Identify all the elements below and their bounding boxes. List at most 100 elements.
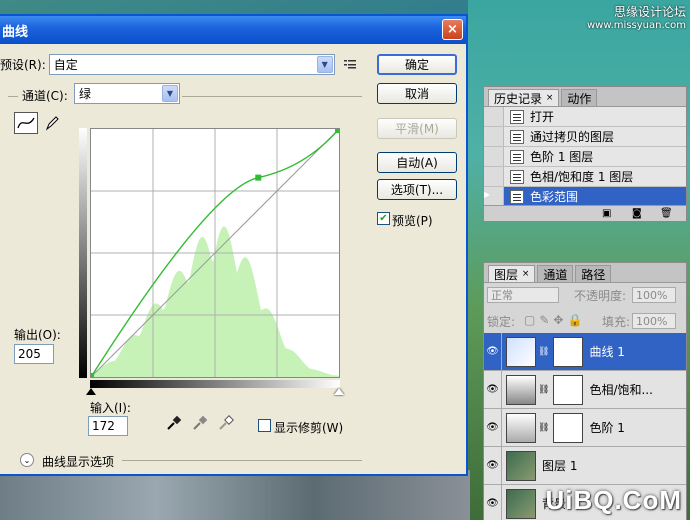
opacity-field[interactable]: 100%: [632, 287, 676, 303]
history-state-icon: [510, 169, 524, 184]
layer-name: 色相/饱和...: [589, 383, 653, 397]
curve-display-options-label[interactable]: 曲线显示选项: [42, 453, 114, 470]
fill-field[interactable]: 100%: [632, 313, 676, 329]
black-point-slider[interactable]: [86, 388, 96, 395]
auto-button[interactable]: 自动(A): [377, 152, 457, 173]
new-document-icon[interactable]: ▣: [602, 208, 611, 219]
watermark-logo: UiBQ.CoM: [545, 485, 682, 515]
preset-select[interactable]: 自定 ▼: [48, 54, 335, 75]
curve-point-tool-icon[interactable]: [14, 112, 38, 134]
preview-label: 预览(P): [392, 214, 433, 228]
eye-icon[interactable]: 👁: [484, 370, 502, 409]
preset-label: 预设(R):: [0, 58, 46, 72]
history-state-icon: [510, 189, 524, 204]
layer-thumbnail: [506, 336, 536, 367]
dialog-titlebar[interactable]: 曲线 ×: [0, 16, 466, 44]
history-item[interactable]: 色阶 1 图层: [484, 147, 686, 167]
group-divider: [182, 96, 362, 97]
layer-mask-thumbnail[interactable]: [553, 412, 584, 443]
channel-label: 通道(C):: [22, 89, 68, 103]
output-label: 输出(O):: [14, 328, 61, 342]
history-snapshot-box[interactable]: [484, 147, 504, 166]
eye-icon[interactable]: 👁: [484, 446, 502, 485]
layers-tabbar: 图层 × 通道 路径: [484, 263, 686, 283]
history-item-label: 色彩范围: [530, 190, 579, 204]
chevron-down-icon[interactable]: ▼: [162, 85, 178, 102]
history-item[interactable]: 色相/饱和度 1 图层: [484, 167, 686, 187]
input-label: 输入(I):: [90, 401, 131, 415]
preset-menu-icon[interactable]: [344, 58, 356, 72]
eye-icon[interactable]: 👁: [484, 332, 502, 371]
eye-icon[interactable]: 👁: [484, 408, 502, 447]
history-state-icon: [510, 129, 524, 144]
layer-row[interactable]: 👁 ⛓ 曲线 1: [484, 332, 686, 371]
snapshot-icon[interactable]: ◙: [632, 208, 642, 219]
link-icon[interactable]: ⛓: [538, 347, 549, 357]
options-button[interactable]: 选项(T)...: [377, 179, 457, 200]
history-snapshot-box[interactable]: [484, 167, 504, 186]
input-gradient-bar: [90, 380, 340, 388]
curves-graph[interactable]: [89, 128, 340, 378]
history-state-icon: [510, 109, 524, 124]
eye-icon[interactable]: 👁: [484, 484, 502, 520]
white-point-slider[interactable]: [334, 388, 344, 395]
output-field[interactable]: 205: [14, 344, 54, 364]
link-icon[interactable]: ⛓: [538, 423, 549, 433]
history-item[interactable]: ▸ 色彩范围: [484, 187, 686, 207]
dialog-title: 曲线: [2, 24, 29, 40]
layers-panel: 图层 × 通道 路径 正常 不透明度: 100% 锁定: ▢✎✥🔒 填充: 10…: [483, 262, 687, 520]
preset-value: 自定: [53, 58, 78, 72]
layer-thumbnail: [506, 412, 536, 443]
smooth-button[interactable]: 平滑(M): [377, 118, 457, 139]
gray-eyedropper-icon[interactable]: [188, 412, 212, 434]
blend-mode-select[interactable]: 正常: [487, 287, 559, 303]
history-snapshot-box[interactable]: [484, 107, 504, 126]
chevron-down-icon[interactable]: ▼: [316, 56, 333, 73]
history-footer: ▣ ◙ 🗑: [484, 205, 686, 221]
layer-name: 图层 1: [542, 459, 578, 473]
black-eyedropper-icon[interactable]: [162, 412, 186, 434]
trash-icon[interactable]: 🗑: [660, 208, 673, 219]
tab-channels[interactable]: 通道: [537, 265, 574, 282]
layer-name: 曲线 1: [589, 345, 625, 359]
lock-label: 锁定:: [487, 315, 516, 329]
tab-history[interactable]: 历史记录 ×: [488, 89, 560, 106]
tab-layers[interactable]: 图层 ×: [488, 265, 536, 282]
history-item-label: 色相/饱和度 1 图层: [530, 170, 634, 184]
show-clipping-checkbox[interactable]: [258, 419, 271, 432]
close-button[interactable]: ×: [442, 19, 463, 40]
opacity-label: 不透明度:: [574, 289, 627, 303]
layer-mask-thumbnail[interactable]: [553, 336, 584, 367]
preview-checkbox[interactable]: ✔: [377, 212, 390, 225]
expand-chevron-icon[interactable]: ⌄: [20, 453, 34, 467]
history-item-label: 打开: [530, 110, 555, 124]
cancel-button[interactable]: 取消: [377, 83, 457, 104]
show-clipping-label: 显示修剪(W): [274, 421, 344, 435]
history-snapshot-box[interactable]: ▸: [484, 187, 504, 206]
ok-button[interactable]: 确定: [377, 54, 457, 75]
white-eyedropper-icon[interactable]: [214, 412, 238, 434]
layer-thumbnail: [506, 488, 536, 519]
layer-row[interactable]: 👁 图层 1: [484, 446, 686, 485]
tab-actions[interactable]: 动作: [561, 89, 598, 106]
history-item-label: 通过拷贝的图层: [530, 130, 615, 144]
input-field[interactable]: 172: [88, 416, 128, 436]
watermark-top: 思缘设计论坛 www.missyuan.com: [587, 5, 686, 32]
group-divider: [122, 460, 362, 461]
layer-row[interactable]: 👁 ⛓ 色阶 1: [484, 408, 686, 447]
history-item-label: 色阶 1 图层: [530, 150, 594, 164]
layer-name: 色阶 1: [589, 421, 625, 435]
curve-endpoint: [89, 373, 94, 378]
curve-plot[interactable]: [89, 128, 340, 378]
history-snapshot-box[interactable]: [484, 127, 504, 146]
history-item[interactable]: 打开: [484, 107, 686, 127]
layer-mask-thumbnail[interactable]: [553, 374, 584, 405]
lock-icons[interactable]: ▢✎✥🔒: [524, 313, 586, 327]
channel-select[interactable]: 绿 ▼: [74, 83, 180, 104]
tab-paths[interactable]: 路径: [575, 265, 612, 282]
history-item[interactable]: 通过拷贝的图层: [484, 127, 686, 147]
channel-value: 绿: [79, 87, 92, 101]
layer-row[interactable]: 👁 ⛓ 色相/饱和...: [484, 370, 686, 409]
link-icon[interactable]: ⛓: [538, 385, 549, 395]
pencil-icon[interactable]: [40, 112, 64, 134]
